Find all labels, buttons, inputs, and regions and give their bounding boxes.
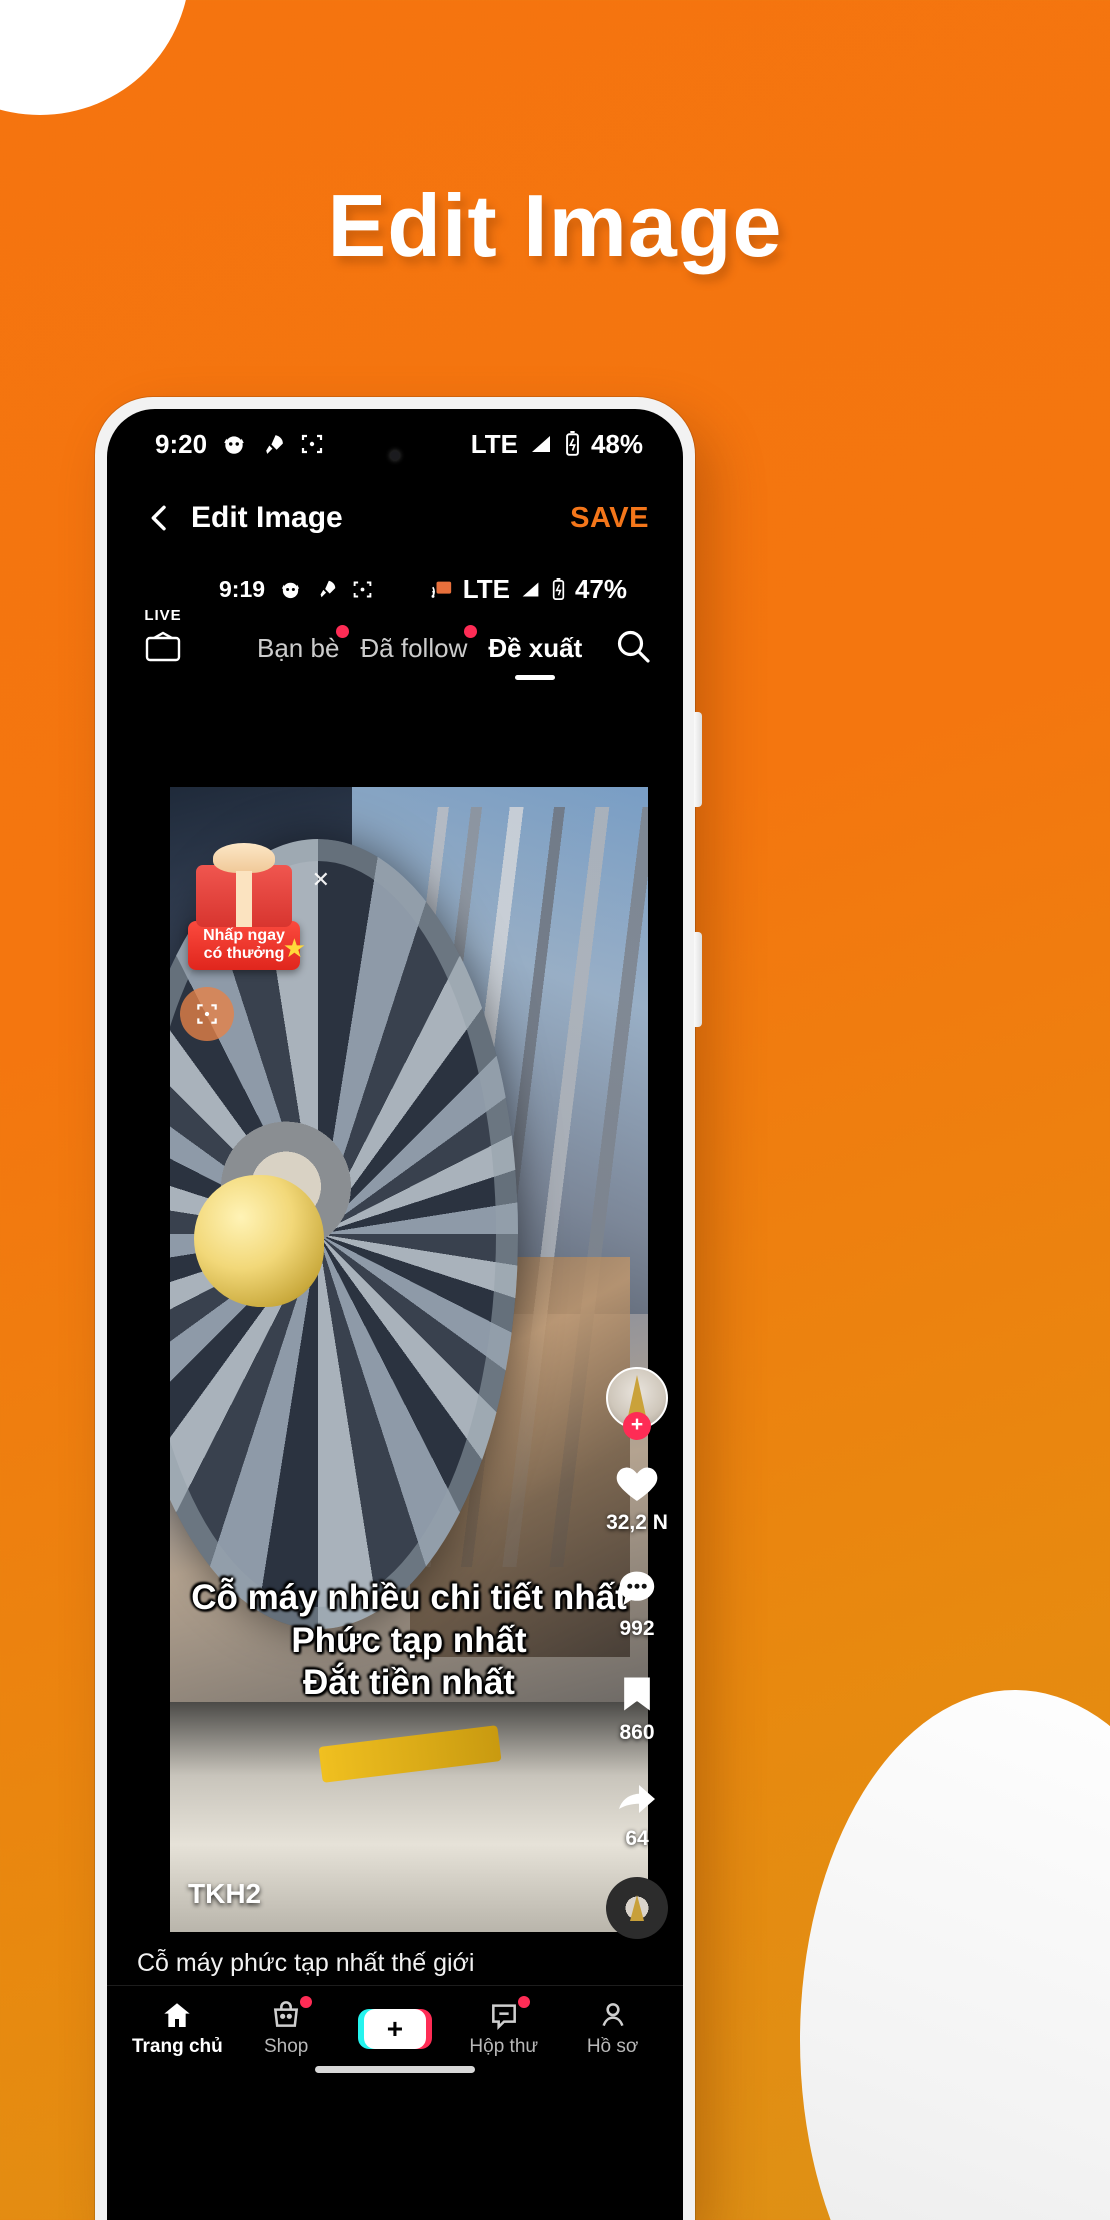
tab-da-follow[interactable]: Đã follow — [356, 624, 478, 664]
tab-label: Đề xuất — [488, 632, 583, 663]
phone-volume-button — [694, 712, 702, 807]
music-disc-icon[interactable] — [606, 1877, 668, 1939]
bookmark-count: 860 — [619, 1721, 655, 1744]
video-text-line-2: Phức tạp nhất — [291, 1620, 527, 1660]
nav-item-trang-chu[interactable]: Trang chủ — [131, 1999, 223, 2058]
video-text-line-1: Cỗ máy nhiều chi tiết nhất — [191, 1578, 627, 1617]
like-count: 32,2 N — [606, 1511, 668, 1534]
nav-label: Hồ sơ — [586, 2036, 639, 2057]
signal-icon — [519, 579, 542, 600]
nav-label: Hộp thư — [469, 2036, 539, 2057]
nav-item-create[interactable]: + — [349, 2008, 441, 2049]
status-network: LTE — [470, 428, 518, 459]
rocket-icon — [261, 432, 286, 457]
nav-badge-dot — [300, 1996, 313, 2008]
video-turbine-nose-cone — [194, 1175, 324, 1307]
phone-screen: 9:20 LTE 48% Edit Image SAVE 9:19 LTE 47… — [107, 409, 683, 2220]
save-button[interactable]: SAVE — [570, 502, 649, 535]
gift-box-icon — [196, 865, 292, 927]
nav-badge-dot — [517, 1996, 530, 2008]
camera-punch-hole — [390, 451, 400, 460]
promo-line-2: có thưởng — [203, 944, 285, 962]
gift-promo-widget[interactable]: ✕ ★ Nhấp ngay có thưởng — [188, 865, 330, 970]
search-icon[interactable] — [613, 626, 653, 671]
video-action-rail: + 32,2 N 992 860 64 — [593, 1367, 681, 1939]
phone-mockup: 9:20 LTE 48% Edit Image SAVE 9:19 LTE 47… — [95, 397, 702, 2220]
bookmark-action[interactable]: 860 — [615, 1671, 659, 1745]
scan-icon — [300, 432, 324, 456]
video-overlay-text: Cỗ máy nhiều chi tiết nhất Phức tạp nhất… — [170, 1577, 648, 1705]
live-tab-label: LIVE — [144, 607, 182, 624]
live-tab[interactable]: LIVE — [141, 607, 185, 665]
avatar[interactable]: + — [606, 1367, 668, 1440]
phone-power-button — [694, 932, 702, 1027]
like-action[interactable]: 32,2 N — [606, 1459, 668, 1535]
rocket-icon — [316, 578, 338, 600]
nav-item-hop-thu[interactable]: Hộp thư — [458, 1996, 550, 2058]
nav-label: Shop — [264, 2036, 309, 2057]
tab-label: Đã follow — [360, 632, 468, 663]
share-action[interactable]: 64 — [611, 1775, 663, 1851]
decorative-circle-bottom-right — [800, 1690, 1110, 2220]
comment-action[interactable]: 992 — [612, 1565, 662, 1641]
home-indicator — [315, 2066, 475, 2073]
screenshot-status-network: LTE — [462, 573, 510, 604]
bottom-navigation: Trang chủ Shop + Hộp thư Hồ sơ — [107, 1985, 683, 2077]
scan-icon — [352, 579, 373, 600]
tab-active-underline — [515, 674, 556, 680]
app-title: Edit Image — [191, 501, 343, 534]
device-status-bar: 9:20 LTE 48% — [107, 409, 683, 479]
tab-ban-be[interactable]: Bạn bè — [253, 624, 350, 664]
music-disc-image — [630, 1895, 644, 1921]
status-time: 9:20 — [155, 428, 208, 459]
video-caption: Cỗ máy phức tạp nhất thế giới — [107, 1941, 683, 1985]
cast-icon — [430, 578, 454, 600]
video-player[interactable]: ✕ ★ Nhấp ngay có thưởng Cỗ máy nhiều chi… — [170, 787, 648, 1932]
battery-icon — [551, 577, 566, 601]
signal-icon — [528, 432, 554, 456]
tab-badge-dot — [336, 624, 350, 638]
plus-create-icon[interactable]: + — [357, 2008, 432, 2049]
decorative-circle-top-left — [0, 0, 190, 115]
page-title: Edit Image — [327, 176, 783, 275]
tab-label: Bạn bè — [257, 632, 340, 663]
screenshot-status-battery-percent: 47% — [574, 573, 627, 604]
nav-label: Trang chủ — [131, 2036, 223, 2057]
tab-de-xuat[interactable]: Đề xuất — [484, 632, 586, 680]
close-icon[interactable]: ✕ — [312, 867, 330, 893]
video-username[interactable]: TKH2 — [188, 1878, 261, 1910]
feed-tabs: Bạn bè Đã follow Đề xuất — [253, 624, 586, 680]
cat-icon — [221, 431, 247, 457]
battery-icon — [564, 431, 581, 457]
screenshot-status-bar: 9:19 LTE 47% — [107, 565, 683, 613]
star-icon: ★ — [282, 933, 306, 963]
nav-item-ho-so[interactable]: Hồ sơ — [567, 1999, 659, 2058]
nav-item-shop[interactable]: Shop — [240, 1996, 332, 2058]
scan-badge-icon[interactable] — [180, 987, 234, 1041]
app-header: Edit Image SAVE — [107, 479, 683, 557]
status-battery-percent: 48% — [590, 428, 643, 459]
feed-tab-bar: LIVE Bạn bè Đã follow Đề xuất — [107, 607, 683, 680]
comment-count: 992 — [619, 1617, 655, 1640]
promo-line-1: Nhấp ngay — [203, 927, 285, 944]
video-text-line-3: Đắt tiền nhất — [303, 1663, 515, 1703]
cat-icon — [279, 578, 302, 601]
screenshot-canvas[interactable]: 9:19 LTE 47% LIVE Bạn bè Đã follow Đề xu… — [107, 557, 683, 2077]
share-count: 64 — [625, 1827, 649, 1850]
tab-badge-dot — [464, 624, 478, 638]
back-button[interactable] — [137, 495, 183, 541]
screenshot-status-time: 9:19 — [219, 575, 266, 602]
follow-button[interactable]: + — [623, 1412, 651, 1440]
